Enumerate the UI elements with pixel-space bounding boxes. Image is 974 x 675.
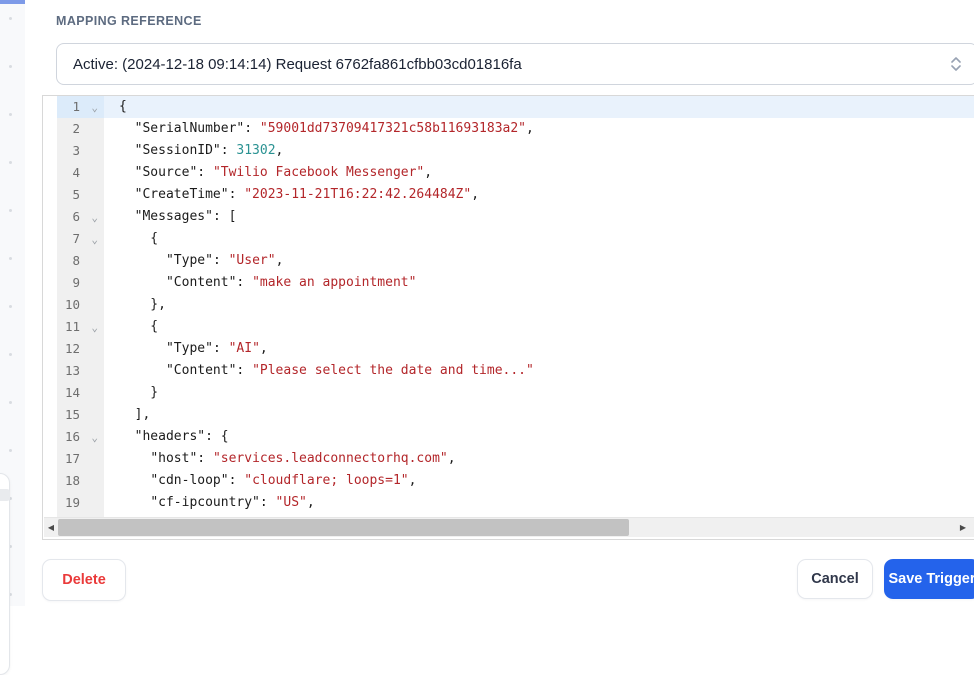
line-number: 15 bbox=[57, 404, 104, 426]
canvas-dot bbox=[9, 65, 12, 68]
line-number: 16 ⌄ bbox=[57, 426, 104, 448]
code-line-text: "host": "services.leadconnectorhq.com", bbox=[150, 451, 456, 466]
canvas-dot bbox=[9, 113, 12, 116]
line-number: 10 bbox=[57, 294, 104, 316]
canvas-dot bbox=[9, 257, 12, 260]
line-number: 8 bbox=[57, 250, 104, 272]
canvas-dot bbox=[9, 161, 12, 164]
code-line-text: "SessionID": 31302, bbox=[134, 143, 284, 158]
line-number: 18 bbox=[57, 470, 104, 492]
code-line[interactable]: 19 "cf-ipcountry": "US", bbox=[57, 492, 974, 514]
code-line-text: } bbox=[119, 385, 159, 400]
workflow-trigger-panel-screen: { "header": { "label": "MAPPING REFERENC… bbox=[0, 0, 974, 675]
scroll-left-arrow-icon[interactable]: ◀ bbox=[44, 518, 58, 537]
code-line-text: "CreateTime": "2023-11-21T16:22:42.26448… bbox=[134, 187, 480, 202]
code-line[interactable]: 5 "CreateTime": "2023-11-21T16:22:42.264… bbox=[57, 184, 974, 206]
code-line-text: "SerialNumber": "59001dd73709417321c58b1… bbox=[134, 121, 534, 136]
delete-button[interactable]: Delete bbox=[42, 559, 126, 601]
code-line[interactable]: 3 "SessionID": 31302, bbox=[57, 140, 974, 162]
line-number: 4 bbox=[57, 162, 104, 184]
code-line[interactable]: 2 "SerialNumber": "59001dd73709417321c58… bbox=[57, 118, 974, 140]
line-number: 7 ⌄ bbox=[57, 228, 104, 250]
code-line[interactable]: 17 "host": "services.leadconnectorhq.com… bbox=[57, 448, 974, 470]
line-number: 11 ⌄ bbox=[57, 316, 104, 338]
line-number: 12 bbox=[57, 338, 104, 360]
code-line[interactable]: 13 "Content": "Please select the date an… bbox=[57, 360, 974, 382]
mapping-reference-selected-value: Active: (2024-12-18 09:14:14) Request 67… bbox=[73, 55, 522, 73]
code-line[interactable]: 12 "Type": "AI", bbox=[57, 338, 974, 360]
line-number: 6 ⌄ bbox=[57, 206, 104, 228]
code-line[interactable]: 11 ⌄ { bbox=[57, 316, 974, 338]
scroll-right-arrow-icon[interactable]: ▶ bbox=[956, 518, 970, 537]
canvas-dot bbox=[9, 449, 12, 452]
line-number: 9 bbox=[57, 272, 104, 294]
code-line[interactable]: 7 ⌄ { bbox=[57, 228, 974, 250]
fold-arrow-icon[interactable]: ⌄ bbox=[91, 229, 98, 251]
fold-arrow-icon[interactable]: ⌄ bbox=[91, 317, 98, 339]
line-number: 1 ⌄ bbox=[57, 96, 104, 118]
canvas-dot bbox=[9, 209, 12, 212]
mapping-reference-select[interactable]: Active: (2024-12-18 09:14:14) Request 67… bbox=[56, 43, 974, 85]
code-line[interactable]: 15 ], bbox=[57, 404, 974, 426]
line-number: 2 bbox=[57, 118, 104, 140]
code-line[interactable]: 1 ⌄ { bbox=[57, 96, 974, 118]
editor-horizontal-scrollbar[interactable]: ◀ ▶ bbox=[44, 517, 974, 537]
line-number: 14 bbox=[57, 382, 104, 404]
fold-arrow-icon[interactable]: ⌄ bbox=[91, 207, 98, 229]
canvas-dot bbox=[9, 305, 12, 308]
json-code-editor[interactable]: 1 ⌄ {2 "SerialNumber": "59001dd73709417321… bbox=[42, 95, 974, 540]
line-number: 5 bbox=[57, 184, 104, 206]
code-line[interactable]: 14 } bbox=[57, 382, 974, 404]
code-line-text: "Source": "Twilio Facebook Messenger", bbox=[134, 165, 433, 180]
code-line-text: "headers": { bbox=[134, 429, 229, 444]
background-card-edge bbox=[0, 473, 10, 675]
code-line[interactable]: 16 ⌄ "headers": { bbox=[57, 426, 974, 448]
code-line-text: { bbox=[119, 231, 159, 246]
code-line-text: }, bbox=[119, 297, 166, 312]
scrollbar-thumb[interactable] bbox=[58, 519, 629, 536]
mapping-reference-label: MAPPING REFERENCE bbox=[56, 14, 202, 28]
code-line[interactable]: 9 "Content": "make an appointment" bbox=[57, 272, 974, 294]
canvas-dot bbox=[9, 17, 12, 20]
code-rows: 1 ⌄ {2 "SerialNumber": "59001dd73709417321… bbox=[43, 96, 974, 539]
save-trigger-button[interactable]: Save Trigger bbox=[884, 559, 974, 599]
fold-arrow-icon[interactable]: ⌄ bbox=[91, 427, 98, 449]
code-line-text: "cdn-loop": "cloudflare; loops=1", bbox=[150, 473, 417, 488]
line-number: 3 bbox=[57, 140, 104, 162]
code-line-text: "Type": "AI", bbox=[165, 341, 268, 356]
select-chevrons-icon bbox=[951, 56, 961, 72]
code-line-text: "Messages": [ bbox=[134, 209, 237, 224]
code-line[interactable]: 6 ⌄ "Messages": [ bbox=[57, 206, 974, 228]
code-line-text: "Type": "User", bbox=[165, 253, 284, 268]
code-line[interactable]: 18 "cdn-loop": "cloudflare; loops=1", bbox=[57, 470, 974, 492]
code-line[interactable]: 4 "Source": "Twilio Facebook Messenger", bbox=[57, 162, 974, 184]
code-line[interactable]: 10 }, bbox=[57, 294, 974, 316]
fold-arrow-icon[interactable]: ⌄ bbox=[91, 97, 98, 119]
code-line-text: ], bbox=[119, 407, 151, 422]
cancel-button[interactable]: Cancel bbox=[797, 559, 873, 599]
canvas-dot bbox=[9, 401, 12, 404]
code-line-text: "Content": "Please select the date and t… bbox=[165, 363, 534, 378]
line-number: 17 bbox=[57, 448, 104, 470]
code-line-text: "cf-ipcountry": "US", bbox=[150, 495, 315, 510]
background-card-chip bbox=[0, 489, 10, 501]
canvas-dot bbox=[9, 353, 12, 356]
code-line-text: "Content": "make an appointment" bbox=[165, 275, 417, 290]
code-line[interactable]: 8 "Type": "User", bbox=[57, 250, 974, 272]
line-number: 13 bbox=[57, 360, 104, 382]
code-line-text: { bbox=[119, 99, 127, 114]
code-line-text: { bbox=[119, 319, 159, 334]
trigger-settings-panel: MAPPING REFERENCE Active: (2024-12-18 09… bbox=[25, 0, 974, 606]
line-number: 19 bbox=[57, 492, 104, 514]
